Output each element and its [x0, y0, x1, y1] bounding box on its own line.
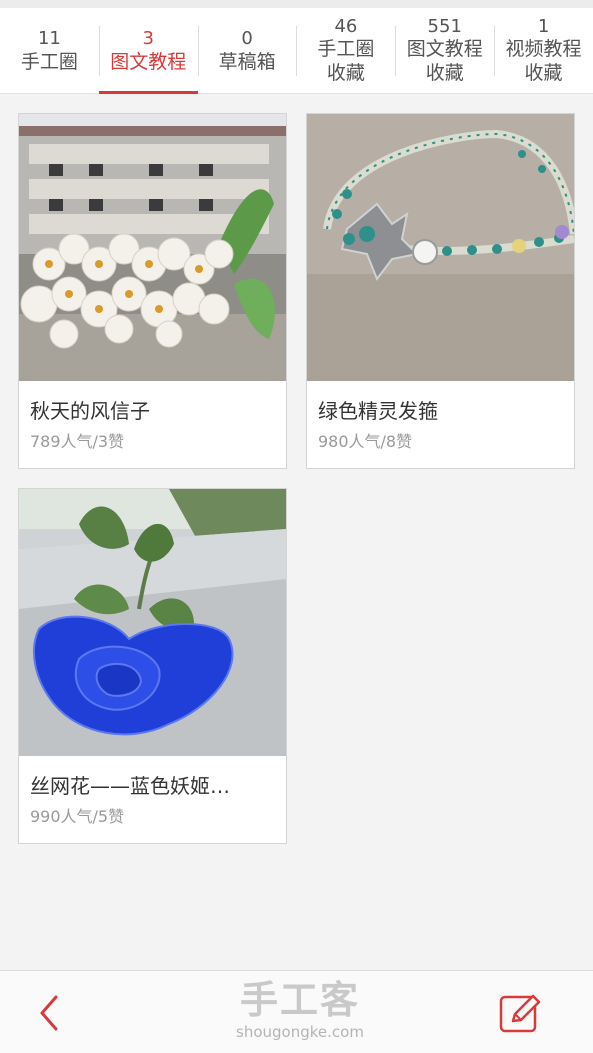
tab-count: 46 [334, 15, 358, 37]
tab-count: 11 [37, 27, 61, 49]
tab-label: 草稿箱 [218, 50, 276, 73]
tab-label: 图文教程 [110, 50, 187, 73]
tab-bar: 11 手工圈 3 图文教程 0 草稿箱 46 手工圈 收藏 551 图文教程 收… [0, 8, 593, 94]
status-strip [0, 0, 593, 8]
headband-photo [307, 114, 574, 381]
tab-label-line2: 收藏 [326, 61, 365, 84]
tab-label-line1: 手工圈 [317, 37, 375, 60]
blue-rose-photo [19, 489, 286, 756]
tutorial-card[interactable]: 绿色精灵发箍 980人气/8赞 [306, 113, 575, 469]
card-title: 丝网花——蓝色妖姬… [30, 774, 230, 798]
brand-domain: shougongke.com [236, 1023, 364, 1041]
tab-drafts[interactable]: 0 草稿箱 [197, 8, 297, 93]
card-title: 绿色精灵发箍 [318, 399, 438, 423]
white-flowers-photo [19, 114, 286, 381]
chevron-left-icon[interactable] [30, 991, 70, 1035]
tab-count: 551 [427, 15, 462, 37]
tab-label-line1: 视频教程 [505, 37, 582, 60]
tutorial-card[interactable]: 秋天的风信子 789人气/3赞 [18, 113, 287, 469]
tab-circle-favorites[interactable]: 46 手工圈 收藏 [296, 8, 395, 93]
card-stats: 980人气/8赞 [318, 432, 413, 451]
tab-tutorials[interactable]: 3 图文教程 [98, 8, 198, 94]
tab-label-line2: 收藏 [425, 61, 464, 84]
tab-tutorial-favorites[interactable]: 551 图文教程 收藏 [395, 8, 494, 93]
tab-count: 3 [142, 27, 154, 49]
card-title: 秋天的风信子 [30, 399, 150, 423]
tab-handcraft-circle[interactable]: 11 手工圈 [0, 8, 99, 93]
bottom-toolbar: 手工客 shougongke.com [0, 970, 593, 1053]
tab-video-favorites[interactable]: 1 视频教程 收藏 [494, 8, 593, 93]
brand-name: 手工客 [239, 977, 360, 1022]
tab-label-line1: 图文教程 [406, 37, 483, 60]
edit-icon[interactable] [496, 991, 544, 1035]
tutorial-card[interactable]: 丝网花——蓝色妖姬… 990人气/5赞 [18, 488, 287, 844]
tab-count: 1 [537, 15, 550, 37]
tab-label-line2: 收藏 [524, 61, 563, 84]
brand-logo: 手工客 shougongke.com [220, 977, 380, 1047]
card-stats: 789人气/3赞 [30, 432, 125, 451]
card-stats: 990人气/5赞 [30, 807, 125, 826]
tab-count: 0 [241, 27, 253, 49]
tab-label: 手工圈 [20, 50, 78, 73]
